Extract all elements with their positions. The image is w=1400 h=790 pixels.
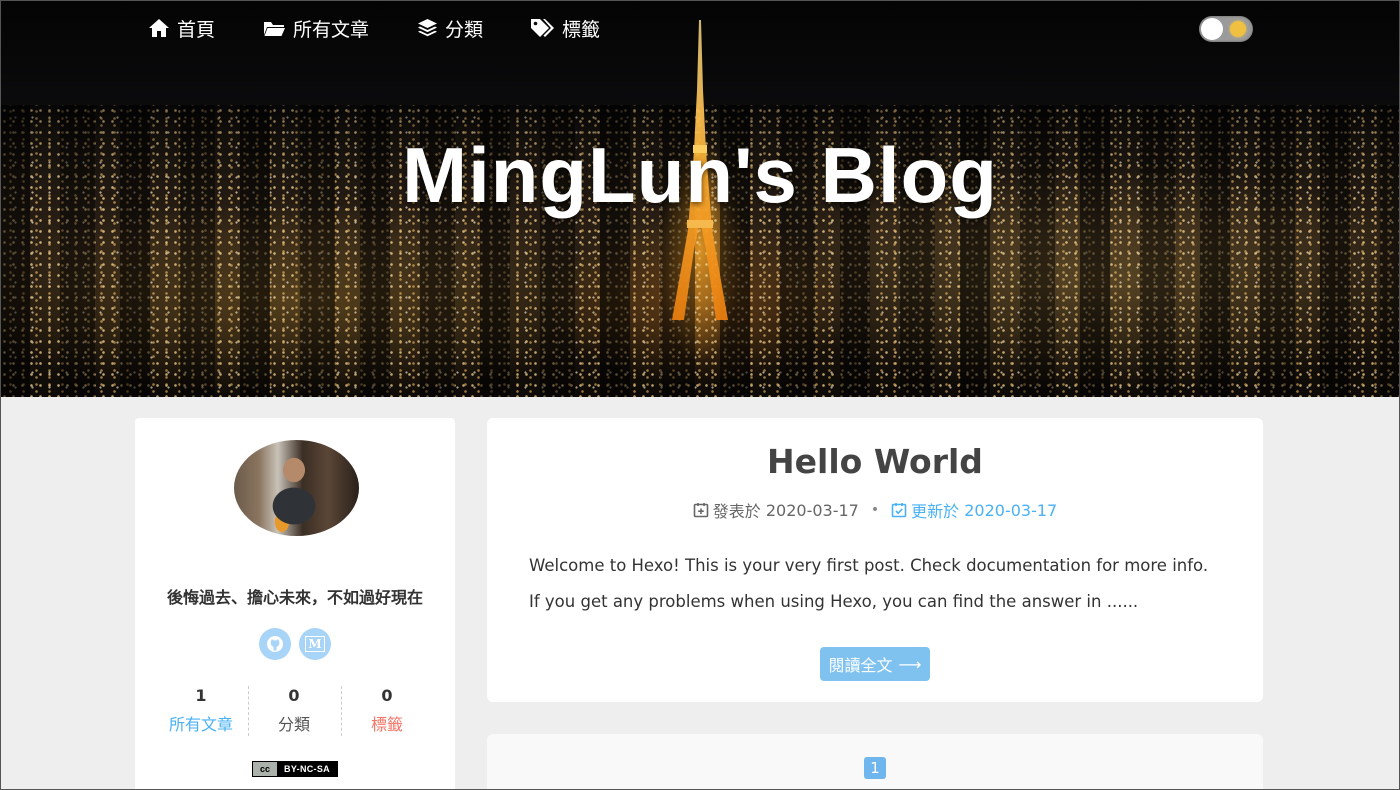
cc-logo: cc bbox=[253, 762, 277, 776]
stat-categories-label: 分類 bbox=[277, 715, 310, 734]
post-card: Hello World 發表於 2020-03-17 • 更新於 2020-03… bbox=[487, 418, 1263, 702]
post-updated: 更新於 2020-03-17 bbox=[891, 498, 1057, 522]
medium-icon: M bbox=[305, 636, 325, 652]
post-excerpt: Welcome to Hexo! This is your very first… bbox=[529, 556, 1209, 611]
page-number-current[interactable]: 1 bbox=[864, 757, 886, 779]
medium-link[interactable]: M bbox=[299, 628, 331, 660]
nav-item-categories[interactable]: 分類 bbox=[417, 12, 483, 44]
stat-tags-count: 0 bbox=[381, 686, 393, 705]
pagination: 1 bbox=[487, 734, 1263, 790]
calendar-check-icon bbox=[891, 503, 907, 518]
post-meta: 發表於 2020-03-17 • 更新於 2020-03-17 bbox=[487, 498, 1263, 522]
post-title[interactable]: Hello World bbox=[487, 442, 1263, 481]
nav-label-categories: 分類 bbox=[445, 18, 484, 41]
calendar-plus-icon bbox=[693, 503, 709, 518]
tags-icon bbox=[531, 19, 554, 37]
stat-categories-count: 0 bbox=[288, 686, 300, 705]
home-icon bbox=[149, 19, 169, 37]
nav-label-home: 首頁 bbox=[177, 18, 216, 41]
read-more-label: 閱讀全文 bbox=[828, 656, 893, 675]
meta-separator: • bbox=[870, 502, 880, 518]
post-updated-label: 更新於 bbox=[911, 502, 960, 521]
author-motto: 後悔過去、擔心未來，不如過好現在 bbox=[166, 588, 423, 607]
author-card: 後悔過去、擔心未來，不如過好現在 M 1 所有文章 0 分類 0 標籤 cc B… bbox=[135, 418, 455, 790]
nav-item-tags[interactable]: 標籤 bbox=[530, 12, 600, 44]
read-more-button[interactable]: 閱讀全文 ⟶ bbox=[820, 647, 930, 681]
blog-title: MingLun's Blog bbox=[402, 131, 998, 219]
stat-categories[interactable]: 0 分類 bbox=[248, 686, 340, 735]
stat-posts[interactable]: 1 所有文章 bbox=[155, 686, 247, 735]
github-link[interactable] bbox=[259, 628, 291, 660]
toggle-knob bbox=[1201, 18, 1223, 40]
cc-license-text: BY-NC-SA bbox=[277, 762, 337, 776]
folder-open-icon bbox=[264, 22, 285, 36]
github-icon bbox=[267, 636, 283, 652]
cc-license-badge[interactable]: cc BY-NC-SA bbox=[252, 761, 338, 777]
top-nav: 首頁 所有文章 分類 標籤 bbox=[0, 0, 1400, 56]
dark-mode-toggle[interactable] bbox=[1199, 16, 1253, 42]
post-updated-date: 2020-03-17 bbox=[964, 500, 1058, 520]
avatar bbox=[234, 440, 359, 536]
nav-item-archives[interactable]: 所有文章 bbox=[263, 12, 369, 44]
nav-item-home[interactable]: 首頁 bbox=[148, 12, 215, 44]
post-published-date: 2020-03-17 bbox=[765, 500, 859, 520]
sun-icon bbox=[1230, 21, 1246, 37]
arrow-right-icon: ⟶ bbox=[898, 654, 922, 674]
post-published-label: 發表於 bbox=[712, 502, 761, 521]
layers-icon bbox=[418, 19, 437, 37]
nav-label-tags: 標籤 bbox=[562, 18, 601, 41]
post-published: 發表於 2020-03-17 bbox=[693, 498, 859, 522]
stat-posts-label: 所有文章 bbox=[168, 715, 233, 734]
stat-posts-count: 1 bbox=[195, 686, 207, 705]
stat-tags[interactable]: 0 標籤 bbox=[341, 686, 433, 735]
nav-label-archives: 所有文章 bbox=[293, 18, 370, 41]
stat-tags-label: 標籤 bbox=[370, 715, 403, 734]
